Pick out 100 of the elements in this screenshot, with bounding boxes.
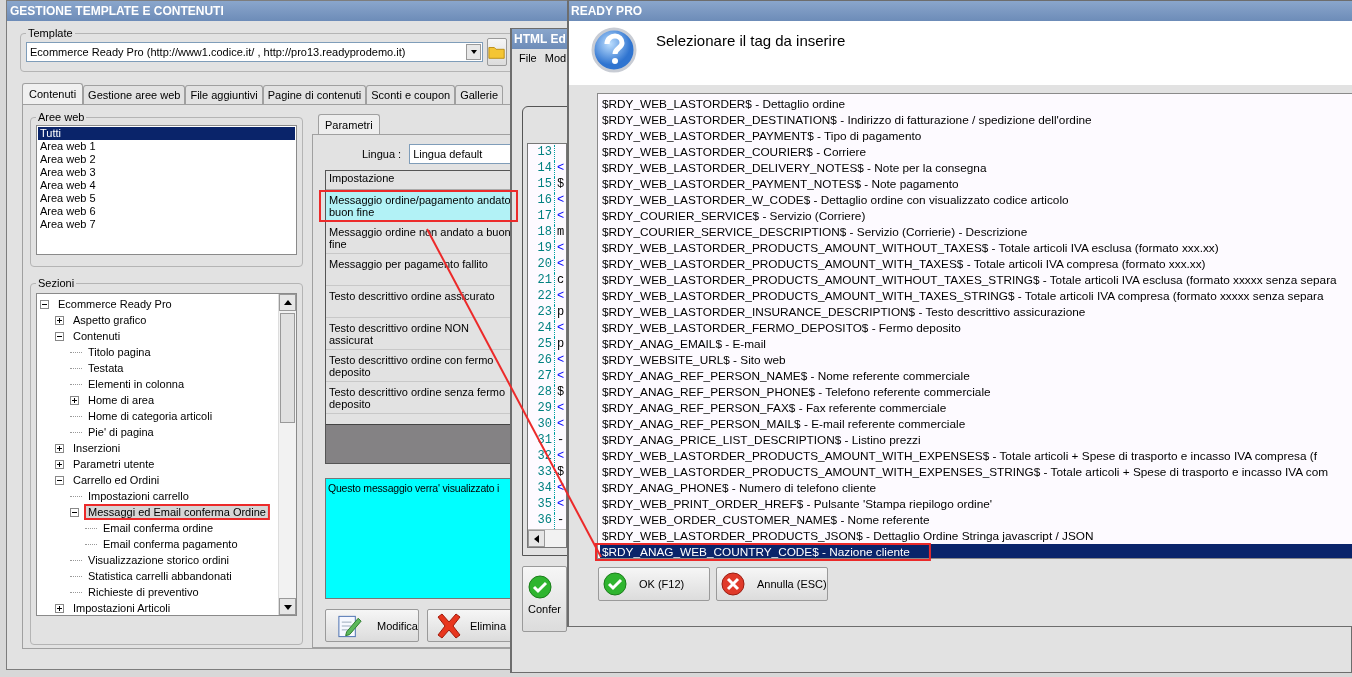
tree-item[interactable]: Home di area [85, 392, 158, 408]
code-text: < [557, 193, 565, 209]
list-item[interactable]: $RDY_WEB_LASTORDER_PRODUCTS_AMOUNT_WITH_TAXES_STRING$ - Totale articoli IVA compresa (formato xxxxx senza separa [600, 288, 1352, 304]
line-number: 15 [528, 177, 555, 193]
menu-item[interactable]: Mod [544, 52, 567, 68]
list-item[interactable]: Area web 3 [38, 166, 295, 179]
cancel-button[interactable]: Annulla (ESC) [716, 567, 828, 601]
list-item[interactable]: Area web 6 [38, 205, 295, 218]
list-item[interactable]: Area web 5 [38, 192, 295, 205]
tab[interactable]: Sconti e coupon [366, 85, 456, 104]
language-dropdown[interactable]: Lingua default [409, 144, 510, 164]
question-icon [590, 26, 638, 74]
tree-item[interactable]: Statistica carrelli abbandonati [85, 568, 235, 584]
expand-icon[interactable] [55, 603, 64, 613]
list-item[interactable]: Area web 4 [38, 179, 295, 192]
list-item[interactable]: $RDY_ANAG_PRICE_LIST_DESCRIPTION$ - Listino prezzi [600, 432, 1352, 448]
tree-item[interactable]: Elementi in colonna [85, 376, 187, 392]
list-item[interactable]: Area web 2 [38, 153, 295, 166]
scrollbar[interactable] [278, 294, 296, 615]
tree-item[interactable]: Pie' di pagina [85, 424, 157, 440]
tab[interactable]: File aggiuntivi [185, 85, 263, 104]
tab[interactable]: Parametri [318, 114, 380, 134]
list-item[interactable]: $RDY_ANAG_PHONE$ - Numero di telefono cliente [600, 480, 1352, 496]
tab[interactable]: Gallerie [455, 85, 504, 104]
tree-item[interactable]: Home di categoria articoli [85, 408, 216, 424]
list-item[interactable]: $RDY_ANAG_REF_PERSON_FAX$ - Fax referente commerciale [600, 400, 1352, 416]
list-item[interactable]: $RDY_WEB_LASTORDER_PRODUCTS_AMOUNT_WITHOUT_TAXES$ - Totale articoli IVA esclusa (formato xxx.xx) [600, 240, 1352, 256]
tree-item[interactable]: Carrello ed Ordini [70, 472, 163, 488]
tree-item[interactable]: Inserzioni [70, 440, 124, 456]
code-text: < [557, 449, 565, 465]
edit-button[interactable]: Modifica [325, 609, 419, 642]
expand-icon[interactable] [55, 459, 64, 469]
tab[interactable]: Pagine di contenuti [262, 85, 367, 104]
tree-item[interactable]: Email conferma pagamento [100, 536, 241, 552]
list-item[interactable]: $RDY_WEB_LASTORDER_PRODUCTS_AMOUNT_WITH_EXPENSES$ - Totale articoli + Spese di trasporto e incasso IVA compresa (f [600, 448, 1352, 464]
list-item[interactable]: $RDY_WEB_LASTORDER_PRODUCTS_JSON$ - Dettaglio Ordine Stringa javascript / JSON [600, 528, 1352, 544]
line-number: 19 [528, 241, 555, 257]
dropdown-value: Ecommerce Ready Pro (http://www1.codice.it/ , http://pro13.readyprodemo.it) [30, 46, 406, 58]
list-item[interactable]: $RDY_WEB_ORDER_CUSTOMER_NAME$ - Nome referente [600, 512, 1352, 528]
tree-item[interactable]: Parametri utente [70, 456, 158, 472]
area-list[interactable]: Tutti Area web 1 Area web 2 Area web 3 Area web 4 Area web 5 Area web 6 Area web 7 [36, 125, 297, 255]
list-item[interactable]: $RDY_COURIER_SERVICE_DESCRIPTION$ - Servizio (Corrierie) - Descrizione [600, 224, 1352, 240]
tree-item[interactable]: Titolo pagina [85, 344, 154, 360]
list-item[interactable]: $RDY_WEB_LASTORDER_FERMO_DEPOSITO$ - Fermo deposito [600, 320, 1352, 336]
line-number: 18 [528, 225, 555, 241]
confirm-button[interactable]: Confer [522, 566, 567, 632]
collapse-icon[interactable] [55, 475, 64, 485]
line-number: 17 [528, 209, 555, 225]
list-item[interactable]: $RDY_COURIER_SERVICE$ - Servizio (Corriere) [600, 208, 1352, 224]
tree-item[interactable]: Testata [85, 360, 127, 376]
list-item[interactable]: $RDY_ANAG_EMAIL$ - E-mail [600, 336, 1352, 352]
tree-item[interactable]: Ecommerce Ready Pro [55, 296, 175, 312]
line-number: 14 [528, 161, 555, 177]
list-item[interactable]: $RDY_WEB_LASTORDER$ - Dettaglio ordine [600, 96, 1352, 112]
collapse-icon[interactable] [40, 299, 49, 309]
template-dropdown[interactable]: Ecommerce Ready Pro (http://www1.codice.it/ , http://pro13.readyprodemo.it) [26, 42, 483, 62]
expand-icon[interactable] [70, 395, 79, 405]
list-item[interactable]: $RDY_ANAG_REF_PERSON_MAIL$ - E-mail referente commerciale [600, 416, 1352, 432]
description-field[interactable]: Questo messaggio verra' visualizzato i [325, 478, 510, 599]
list-item[interactable]: $RDY_WEB_LASTORDER_PRODUCTS_AMOUNT_WITH_TAXES$ - Totale articoli IVA compresa (formato xxx.xx) [600, 256, 1352, 272]
list-item[interactable]: $RDY_WEB_LASTORDER_PRODUCTS_AMOUNT_WITHOUT_TAXES_STRING$ - Totale articoli IVA esclusa (formato xxxxx senza separa [600, 272, 1352, 288]
tree-item[interactable]: Aspetto grafico [70, 312, 150, 328]
collapse-icon[interactable] [70, 507, 79, 517]
tree-item[interactable]: Email conferma ordine [100, 520, 217, 536]
list-item[interactable]: $RDY_WEB_LASTORDER_PAYMENT_NOTES$ - Note pagamento [600, 176, 1352, 192]
list-item[interactable]: Area web 7 [38, 218, 295, 231]
expand-icon[interactable] [55, 443, 64, 453]
list-item[interactable]: $RDY_ANAG_WEB_COUNTRY_CODE$ - Nazione cliente [600, 544, 1352, 558]
section-tree[interactable] [36, 293, 297, 616]
menu-item[interactable]: File [519, 52, 537, 68]
list-item[interactable]: $RDY_WEB_LASTORDER_DELIVERY_NOTES$ - Note per la consegna [600, 160, 1352, 176]
list-item[interactable]: $RDY_WEB_LASTORDER_DESTINATION$ - Indirizzo di fatturazione / spedizione dell'ordine [600, 112, 1352, 128]
ok-button[interactable]: OK (F12) [598, 567, 710, 601]
tab[interactable]: Contenuti [22, 83, 84, 104]
list-item[interactable]: Area web 1 [38, 140, 295, 153]
list-item[interactable]: $RDY_WEB_LASTORDER_PAYMENT$ - Tipo di pagamento [600, 128, 1352, 144]
folder-button[interactable] [487, 38, 507, 66]
tree-item[interactable]: Visualizzazione storico ordini [85, 552, 233, 568]
expand-icon[interactable] [55, 315, 64, 325]
group-label: Aree web [37, 111, 86, 123]
tree-item[interactable]: Contenuti [70, 328, 124, 344]
tree-item[interactable]: Impostazioni Articoli [70, 600, 174, 615]
list-item[interactable]: $RDY_WEB_LASTORDER_INSURANCE_DESCRIPTION$ - Testo descrittivo assicurazione [600, 304, 1352, 320]
list-item[interactable]: $RDY_ANAG_REF_PERSON_NAME$ - Nome referente commerciale [600, 368, 1352, 384]
list-item[interactable]: $RDY_WEB_PRINT_ORDER_HREF$ - Pulsante 'Stampa riepilogo ordine' [600, 496, 1352, 512]
list-item[interactable]: $RDY_WEB_LASTORDER_COURIER$ - Corriere [600, 144, 1352, 160]
tab[interactable]: Gestione aree web [83, 85, 186, 104]
delete-button[interactable]: Elimina [427, 609, 510, 642]
list-item[interactable]: $RDY_WEBSITE_URL$ - Sito web [600, 352, 1352, 368]
code-text: < [557, 241, 565, 257]
tag-list[interactable] [597, 93, 1352, 559]
collapse-icon[interactable] [55, 331, 64, 341]
list-item[interactable]: $RDY_WEB_LASTORDER_W_CODE$ - Dettaglio ordine con visualizzato codice articolo [600, 192, 1352, 208]
tree-item[interactable]: Impostazioni carrello [85, 488, 192, 504]
list-item[interactable]: $RDY_WEB_LASTORDER_PRODUCTS_AMOUNT_WITH_EXPENSES_STRING$ - Totale articoli + Spese di trasporto e incasso IVA com [600, 464, 1352, 480]
dialog-prompt: Selezionare il tag da inserire [656, 32, 846, 49]
list-item[interactable]: Tutti [38, 127, 295, 140]
scrollbar[interactable] [528, 529, 566, 547]
tree-item[interactable]: Richieste di preventivo [85, 584, 202, 600]
list-item[interactable]: $RDY_ANAG_REF_PERSON_PHONE$ - Telefono referente commerciale [600, 384, 1352, 400]
